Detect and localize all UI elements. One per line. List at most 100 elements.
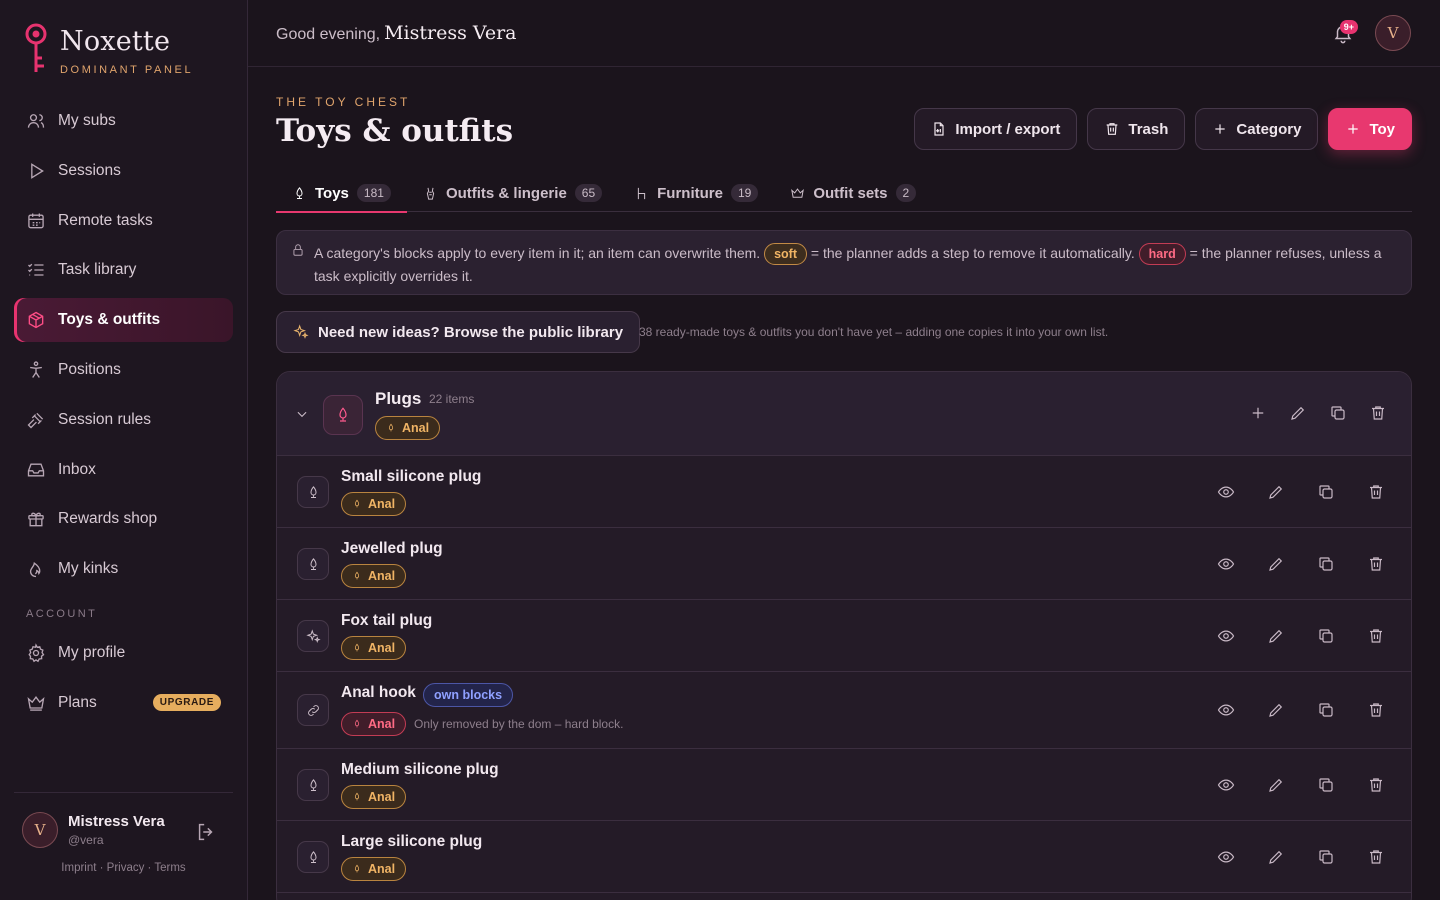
plus-icon[interactable] [1249, 404, 1267, 422]
list-item[interactable]: Small silicone plug Anal [277, 456, 1411, 528]
edit-icon[interactable] [1267, 627, 1285, 645]
sidebar-item-label: My kinks [58, 560, 119, 578]
tag-anal-hard: Anal [341, 712, 407, 736]
trash-icon[interactable] [1367, 555, 1385, 573]
item-name: Small silicone plug [341, 468, 482, 485]
trash-icon[interactable] [1367, 848, 1385, 866]
sidebar-item-rewards-shop[interactable]: Rewards shop [14, 497, 233, 541]
edit-icon[interactable] [1267, 483, 1285, 501]
edit-icon[interactable] [1267, 701, 1285, 719]
edit-icon[interactable] [1289, 404, 1307, 422]
sidebar-item-session-rules[interactable]: Session rules [14, 398, 233, 442]
sidebar-item-label: Inbox [58, 460, 96, 478]
trash-icon[interactable] [1367, 776, 1385, 794]
item-tag: Anal [341, 492, 407, 516]
tab-outfit-sets[interactable]: Outfit sets 2 [774, 174, 932, 212]
sidebar-item-my-profile[interactable]: My profile [14, 631, 233, 675]
trash-icon[interactable] [1367, 483, 1385, 501]
page-actions: Import / export Trash Category Toy [914, 108, 1412, 150]
brand[interactable]: Noxette DOMINANT PANEL [22, 22, 193, 76]
sidebar-item-plans[interactable]: Plans UPGRADE [14, 681, 233, 725]
corset-icon [426, 187, 435, 200]
plus-icon [1348, 124, 1359, 134]
copy-icon[interactable] [1329, 404, 1347, 422]
copy-icon[interactable] [1317, 555, 1335, 573]
footer-links[interactable]: Imprint · Privacy · Terms [14, 862, 233, 874]
list-item[interactable]: Medium silicone plug Anal [277, 749, 1411, 821]
sidebar-item-positions[interactable]: Positions [14, 348, 233, 392]
import-export-button[interactable]: Import / export [914, 108, 1078, 150]
trash-button[interactable]: Trash [1087, 108, 1186, 150]
item-tools [1217, 555, 1385, 573]
item-name: Jewelled plug [341, 540, 443, 557]
sidebar-item-my-kinks[interactable]: My kinks [14, 547, 233, 591]
crown-icon [27, 695, 45, 711]
upgrade-badge[interactable]: UPGRADE [152, 694, 221, 712]
trash-icon [1107, 123, 1118, 135]
sidebar-item-task-library[interactable]: Task library [14, 248, 233, 292]
edit-icon[interactable] [1267, 848, 1285, 866]
logout-icon[interactable] [195, 821, 217, 843]
sidebar-item-inbox[interactable]: Inbox [14, 448, 233, 492]
add-toy-button[interactable]: Toy [1328, 108, 1412, 150]
info-text-2: = the planner adds a step to remove it a… [810, 245, 1135, 261]
user-card[interactable]: V Mistress Vera @vera [22, 812, 165, 848]
trash-icon[interactable] [1367, 627, 1385, 645]
plug-icon [354, 864, 360, 873]
sidebar-item-label: Toys & outfits [58, 311, 161, 329]
eye-icon[interactable] [1217, 776, 1235, 794]
plug-icon [354, 719, 360, 728]
list-item[interactable]: Anal hook own blocks Anal Only removed b… [277, 672, 1411, 749]
copy-icon[interactable] [1317, 483, 1335, 501]
eye-icon[interactable] [1217, 701, 1235, 719]
sidebar-item-sessions[interactable]: Sessions [14, 149, 233, 193]
browse-library-note: 38 ready-made toys & outfits you don't h… [639, 325, 1109, 339]
add-category-label: Category [1236, 120, 1302, 138]
edit-icon[interactable] [1267, 776, 1285, 794]
tag-label: Anal [368, 569, 396, 583]
checklist-icon [28, 264, 44, 277]
tab-toys[interactable]: Toys 181 [276, 174, 407, 213]
trash-icon[interactable] [1369, 404, 1387, 422]
notification-badge: 9+ [1339, 20, 1358, 34]
import-export-label: Import / export [955, 120, 1061, 138]
sidebar-item-label: Remote tasks [58, 211, 153, 229]
group-tag: Anal [375, 416, 441, 440]
trash-icon[interactable] [1367, 701, 1385, 719]
tab-furniture[interactable]: Furniture 19 [618, 174, 774, 212]
chevron-down-icon[interactable] [295, 407, 309, 421]
copy-icon[interactable] [1317, 701, 1335, 719]
copy-icon[interactable] [1317, 848, 1335, 866]
sidebar: Noxette DOMINANT PANEL My subs Sessions … [0, 0, 248, 900]
eye-icon[interactable] [1217, 848, 1235, 866]
page-eyebrow: THE TOY CHEST [276, 95, 411, 109]
sidebar-item-toys-outfits[interactable]: Toys & outfits [14, 298, 233, 343]
eye-icon[interactable] [1217, 555, 1235, 573]
add-category-button[interactable]: Category [1195, 108, 1319, 150]
item-icon [297, 769, 329, 801]
copy-icon[interactable] [1317, 776, 1335, 794]
sidebar-item-remote-tasks[interactable]: Remote tasks [14, 199, 233, 243]
play-icon [31, 162, 44, 179]
header-avatar[interactable]: V [1375, 15, 1411, 51]
tab-outfits-lingerie[interactable]: Outfits & lingerie 65 [407, 174, 618, 212]
sidebar-item-label: Session rules [58, 410, 152, 428]
tag-anal: Anal [341, 636, 407, 660]
eye-icon[interactable] [1217, 483, 1235, 501]
item-tag: Anal [341, 785, 407, 809]
account-section-label: ACCOUNT [26, 607, 98, 620]
edit-icon[interactable] [1267, 555, 1285, 573]
plug-icon [309, 850, 317, 863]
eye-icon[interactable] [1217, 627, 1235, 645]
gavel-icon [27, 412, 44, 429]
list-item[interactable]: Fox tail plug Anal [277, 600, 1411, 672]
list-item[interactable]: Large silicone plug Anal [277, 821, 1411, 893]
sidebar-item-my-subs[interactable]: My subs [14, 99, 233, 143]
browse-library-button[interactable]: Need new ideas? Browse the public librar… [276, 311, 641, 353]
copy-icon[interactable] [1317, 627, 1335, 645]
group-tools [1249, 404, 1387, 422]
sidebar-item-label: My subs [58, 112, 116, 129]
item-icon [297, 694, 329, 726]
tag-anal: Anal [375, 416, 441, 440]
list-item[interactable]: Jewelled plug Anal [277, 528, 1411, 600]
